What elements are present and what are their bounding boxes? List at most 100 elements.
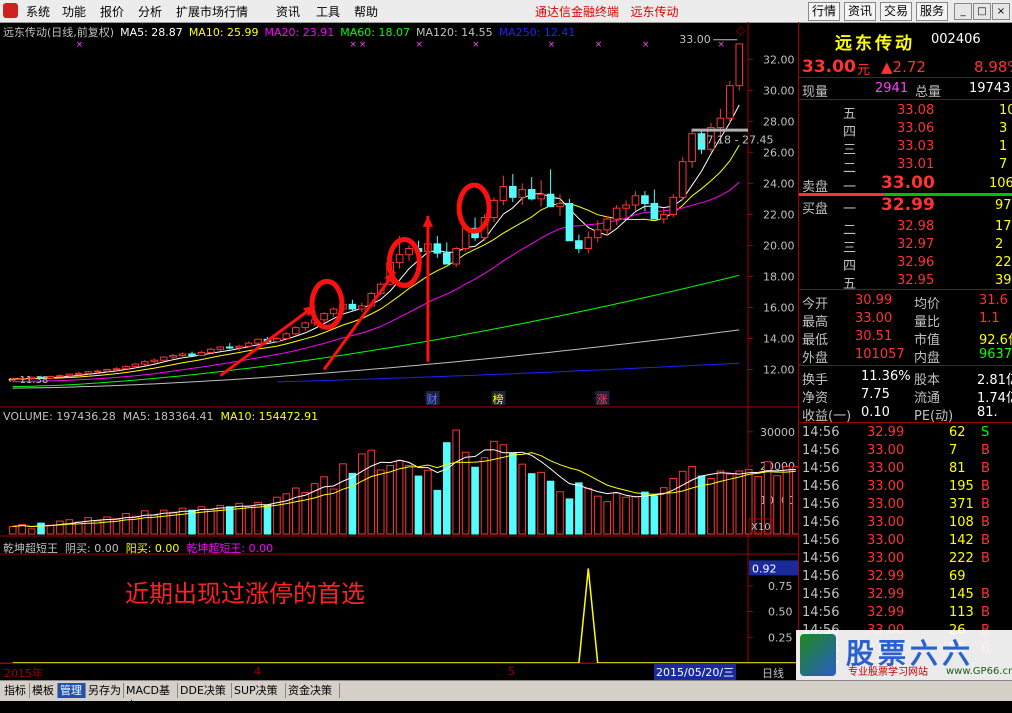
candle: [405, 245, 413, 261]
tick-volume: 113: [949, 605, 974, 620]
volume-bar: [65, 519, 74, 535]
menu-item-2[interactable]: 报价: [100, 3, 124, 20]
stat-row: 收益(一) 0.10 PE(动) 81.: [799, 404, 1012, 424]
tick-volume: 62: [949, 425, 966, 440]
stat-val: 101057: [855, 347, 905, 362]
tick-time: 14:56: [802, 497, 840, 512]
maximize-icon[interactable]: □: [973, 3, 991, 20]
ask-level: 二: [843, 161, 857, 176]
volume-bar: [726, 473, 734, 535]
tick-row: 14:56 33.00 108 B: [799, 514, 1012, 532]
bid-row: 三 32.97 2: [799, 236, 1012, 256]
quote-panel: 远东传动00240633.00元▲2.728.98%现量2941总量19743五…: [798, 22, 1012, 678]
bottom-tab-3[interactable]: 另存为: [86, 683, 124, 698]
bottom-tab-1[interactable]: 模板: [30, 683, 58, 698]
top-button-3[interactable]: 服务: [916, 2, 949, 21]
bottom-tab-6[interactable]: SUP决策: [232, 683, 286, 698]
top-button-1[interactable]: 资讯: [844, 2, 877, 21]
diamond-icon[interactable]: ◇: [736, 23, 745, 37]
app-logo-icon: [3, 3, 18, 18]
bottom-tab-0[interactable]: 指标: [2, 683, 30, 698]
gap-band: [691, 128, 748, 132]
logo-url: www.GP66.cn: [946, 666, 1012, 677]
bottom-tab-5[interactable]: DDE决策: [178, 683, 232, 698]
candle: [358, 302, 366, 313]
bottom-tab-4[interactable]: MACD基本: [124, 683, 178, 712]
tick-time: 14:56: [802, 425, 840, 440]
divider: [799, 77, 1012, 78]
tick-side: B: [981, 479, 990, 494]
annotation-arrow: [422, 215, 434, 362]
volume-bar: [480, 457, 489, 535]
candle: [584, 231, 593, 254]
indicator-value: 0.92: [752, 562, 777, 575]
top-button-0[interactable]: 行情: [808, 2, 841, 21]
volume-bar: [301, 491, 310, 535]
stat-row: 今开 30.99 均价 31.6: [799, 292, 1012, 312]
tick-volume: 222: [949, 551, 974, 566]
event-mark-1[interactable]: 榜: [493, 392, 504, 406]
volume-bar: [650, 495, 659, 535]
menu-item-7[interactable]: 帮助: [354, 3, 378, 20]
volume-bar: [735, 470, 744, 535]
price-tick-label: 32.00: [763, 53, 795, 66]
highlight-circle: [456, 182, 492, 234]
volume-bar: [291, 487, 300, 535]
top-button-2[interactable]: 交易: [880, 2, 913, 21]
bottom-tab-7[interactable]: 资金决策: [286, 683, 340, 698]
ma-label-5: MA250: 12.41: [498, 26, 576, 39]
event-mark-0[interactable]: 财: [427, 392, 438, 406]
tick-time: 14:56: [802, 461, 840, 476]
volume-bar: [461, 451, 470, 535]
tick-time: 14:56: [802, 587, 840, 602]
indicator-title: 乾坤超短王 阴买: 0.00 阳买: 0.00 乾坤超短王: 0.00: [3, 540, 280, 556]
menu-item-0[interactable]: 系统: [26, 3, 50, 20]
stat-row: 净资7.75流通1.74亿: [799, 386, 1012, 406]
event-mark-2[interactable]: 涨: [596, 393, 607, 406]
tick-price: 33.00: [867, 497, 905, 512]
volume-bar: [678, 470, 687, 535]
tick-time: 14:56: [802, 479, 840, 494]
minimize-icon[interactable]: _: [954, 3, 972, 20]
annotation-text: 近期出现过涨停的首选: [125, 580, 365, 608]
candle: [669, 194, 678, 218]
stat-val: 11.36%: [861, 369, 911, 384]
period-label[interactable]: 日线: [762, 665, 784, 681]
menu-item-5[interactable]: 资讯: [276, 3, 300, 20]
menu-item-6[interactable]: 工具: [316, 3, 340, 20]
menu-item-3[interactable]: 分析: [138, 3, 162, 20]
tick-price: 33.00: [867, 551, 905, 566]
menu-notice: 通达信金融终端 远东传动: [535, 5, 679, 19]
menu-item-1[interactable]: 功能: [62, 3, 86, 20]
volume-bar: [707, 477, 715, 535]
volume-bar: [669, 477, 678, 535]
x10-badge[interactable]: X10: [751, 522, 771, 533]
price-change-pct: 8.98%: [974, 58, 1012, 76]
volume-bar: [235, 502, 243, 535]
price-tick-label: 30.00: [763, 84, 795, 97]
volume-bar: [27, 528, 36, 535]
tick-row: 14:56 32.99 113 B: [799, 604, 1012, 622]
tick-row: 14:56 32.99 69: [799, 568, 1012, 586]
high-price-label: 33.00: [679, 33, 711, 46]
stat-val2: 31.6: [979, 293, 1008, 308]
close-icon[interactable]: ×: [992, 3, 1010, 20]
volume-label-1: MA5: 183364.41: [122, 410, 214, 423]
candle: [216, 346, 225, 351]
bid-price: 32.96: [897, 255, 935, 270]
tick-volume: 371: [949, 497, 974, 512]
volume-bar: [622, 496, 630, 535]
ma-label-2: MA20: 23.91: [264, 26, 335, 39]
bottom-tab-2[interactable]: 管理: [58, 683, 86, 698]
ask-row: 二 33.01 7: [799, 156, 1012, 176]
tick-price: 32.99: [867, 569, 905, 584]
candle: [565, 198, 574, 242]
volume-bar: [8, 526, 17, 535]
price-tick-label: 16.00: [763, 301, 795, 314]
menu-item-4[interactable]: 扩展市场行情: [176, 3, 248, 20]
volume-bar: [556, 491, 564, 535]
timeline-tick-0: 2015年: [4, 667, 43, 680]
candle: [141, 360, 149, 366]
volume-bar: [37, 522, 45, 535]
tick-price: 33.00: [867, 533, 905, 548]
